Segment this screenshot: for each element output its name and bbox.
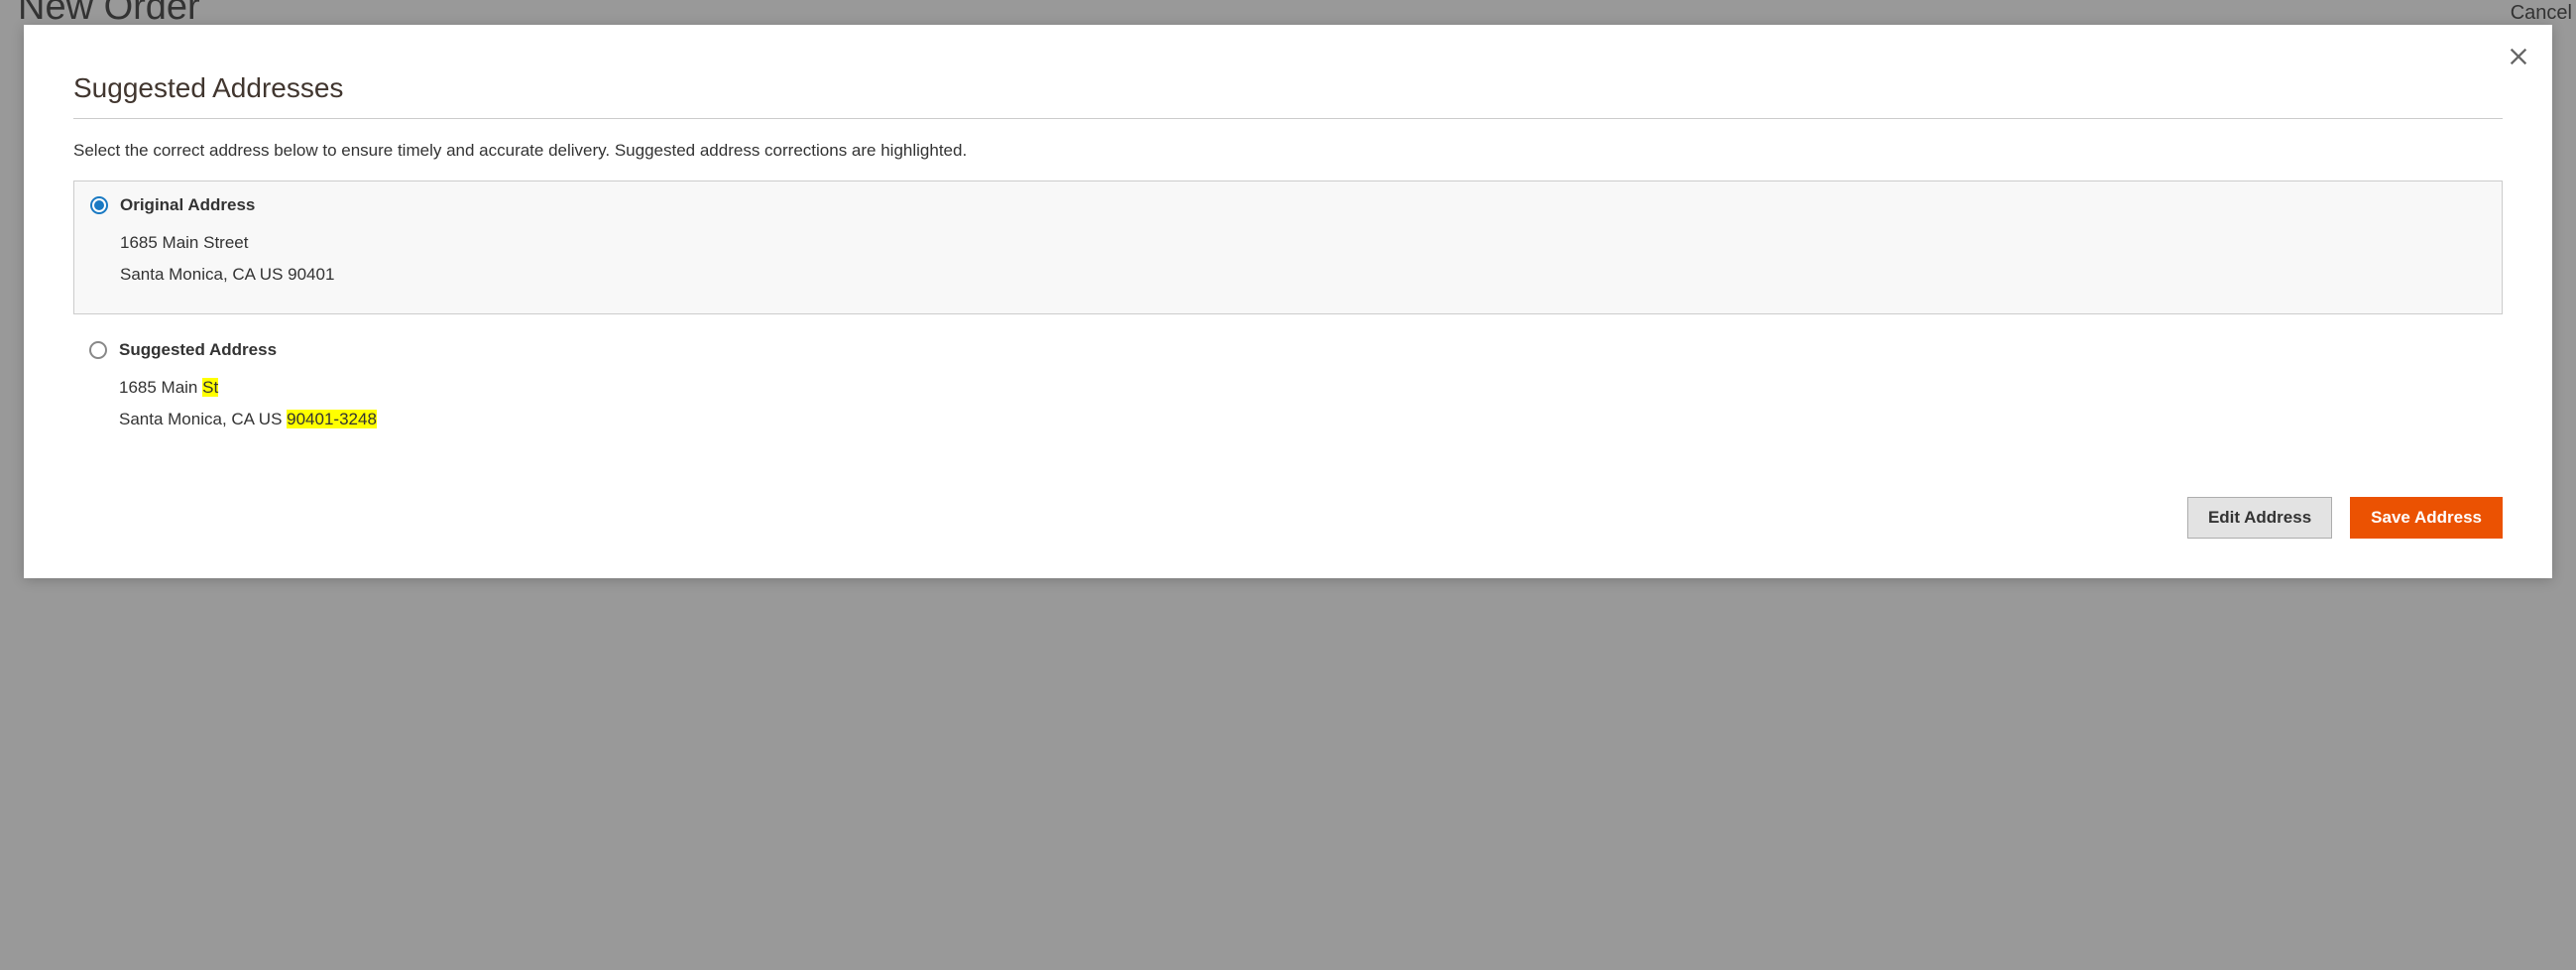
original-address-label: Original Address (120, 195, 255, 215)
line2-prefix: Santa Monica, CA US (119, 410, 287, 428)
option-header: Original Address (90, 195, 2486, 215)
line1-prefix: 1685 Main (119, 378, 202, 397)
divider (73, 118, 2503, 119)
close-icon (2508, 46, 2529, 67)
suggested-address-line2: Santa Monica, CA US 90401-3248 (119, 404, 2487, 435)
modal-title: Suggested Addresses (73, 72, 2503, 104)
radio-suggested[interactable] (89, 341, 107, 359)
line2-highlight: 90401-3248 (287, 410, 377, 428)
instruction-text: Select the correct address below to ensu… (73, 141, 2503, 161)
original-address-lines: 1685 Main Street Santa Monica, CA US 904… (90, 227, 2486, 292)
cancel-link[interactable]: Cancel (2511, 2, 2572, 25)
save-address-button[interactable]: Save Address (2350, 497, 2503, 539)
original-address-option[interactable]: Original Address 1685 Main Street Santa … (73, 181, 2503, 314)
suggested-addresses-modal: Suggested Addresses Select the correct a… (24, 25, 2552, 578)
option-header: Suggested Address (89, 340, 2487, 360)
suggested-address-line1: 1685 Main St (119, 372, 2487, 404)
edit-address-button[interactable]: Edit Address (2187, 497, 2332, 539)
suggested-address-label: Suggested Address (119, 340, 277, 360)
original-address-line2: Santa Monica, CA US 90401 (120, 259, 2486, 291)
suggested-address-lines: 1685 Main St Santa Monica, CA US 90401-3… (89, 372, 2487, 436)
original-address-line1: 1685 Main Street (120, 227, 2486, 259)
suggested-address-option[interactable]: Suggested Address 1685 Main St Santa Mon… (73, 326, 2503, 458)
close-button[interactable] (2503, 41, 2534, 72)
line1-highlight: St (202, 378, 218, 397)
radio-original[interactable] (90, 196, 108, 214)
modal-footer: Edit Address Save Address (73, 497, 2503, 539)
